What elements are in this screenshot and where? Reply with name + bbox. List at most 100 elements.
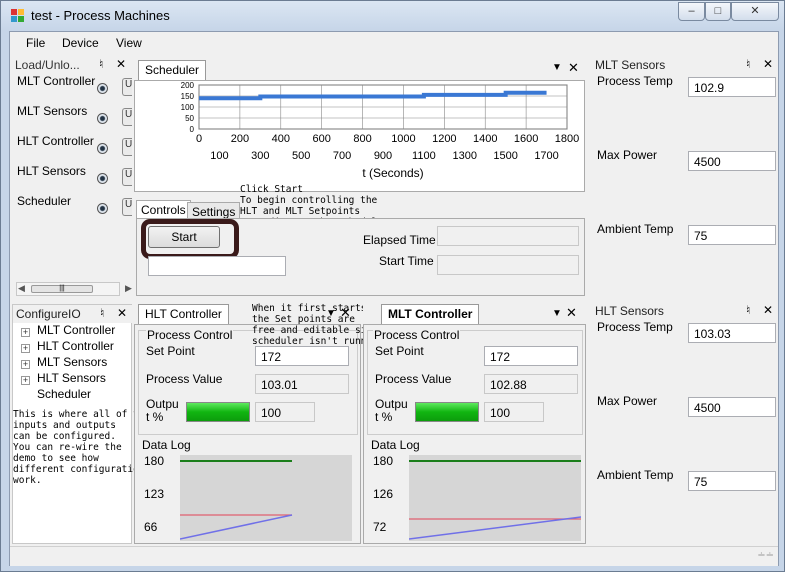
close-icon[interactable]: ✕ <box>566 305 577 321</box>
radio-scheduler[interactable] <box>97 203 108 214</box>
hlt-controller-panel: HLT Controller ▼ ✕ Process Control Set P… <box>134 302 406 544</box>
load-panel-header: Load/Unlo... ♮ ✕ <box>12 56 132 74</box>
radio-mlt-sensors[interactable] <box>97 113 108 124</box>
x-tick-label: 600 <box>312 133 330 145</box>
scroll-right-icon[interactable]: ▶ <box>125 283 132 294</box>
load-button-mlt-controller[interactable]: U <box>122 78 132 96</box>
expand-icon[interactable]: + <box>21 360 30 369</box>
menu-bar: File Device View <box>10 32 778 54</box>
load-panel-caption: Load/Unlo... <box>15 58 80 72</box>
hlt-set-point-input[interactable]: 172 <box>255 346 349 366</box>
close-icon[interactable]: ✕ <box>763 303 773 317</box>
tree-item-hlt-controller[interactable]: HLT Controller <box>37 339 114 353</box>
tab-hlt-controller[interactable]: HLT Controller <box>138 304 229 324</box>
load-button-scheduler[interactable]: U <box>122 198 132 216</box>
mlt-ambient-temp-field[interactable]: 75 <box>688 225 776 245</box>
dropdown-icon[interactable]: ▼ <box>552 62 562 73</box>
x-tick-label: 700 <box>333 150 351 162</box>
x-tick-label: 1000 <box>391 133 415 145</box>
menu-view[interactable]: View <box>116 36 142 50</box>
hlt-data-log-plot <box>179 460 293 540</box>
mlt-sensors-caption: MLT Sensors <box>595 58 666 72</box>
hlt-process-temp-label: Process Temp <box>597 320 673 334</box>
configure-panel: ConfigureIO ♮ ✕ + MLT Controller + HLT C… <box>12 304 150 544</box>
x-tick-label: 1700 <box>534 150 558 162</box>
hlt-process-temp-field[interactable]: 103.03 <box>688 323 776 343</box>
close-icon[interactable]: ✕ <box>568 60 579 76</box>
y-tick-label: 50 <box>185 114 194 123</box>
x-tick-label: 500 <box>292 150 310 162</box>
close-icon[interactable]: ✕ <box>763 57 773 71</box>
close-button[interactable]: ✕ <box>731 2 779 21</box>
x-tick-label: 1500 <box>493 150 517 162</box>
tab-controls[interactable]: Controls <box>136 200 191 218</box>
minimize-button[interactable]: – <box>678 2 705 21</box>
load-button-mlt-sensors[interactable]: U <box>122 108 132 126</box>
scroll-left-icon[interactable]: ◀ <box>18 283 25 294</box>
close-icon[interactable]: ✕ <box>116 57 126 71</box>
hlt-process-value-label: Process Value <box>146 372 223 386</box>
schedule-chart: 0 200 400 600 800 1000 1200 1400 1600 1800100 300 5… <box>181 81 580 180</box>
schedule-chart-area: 0 200 400 600 800 1000 1200 1400 1600 1800 100 300 5… <box>134 80 585 192</box>
pin-icon[interactable]: ♮ <box>99 57 103 71</box>
client-area: File Device View Load/Unlo... ♮ ✕ MLT Co… <box>9 31 779 566</box>
scrollbar-thumb[interactable]: ||| <box>31 285 93 293</box>
y-tick-label: 0 <box>190 125 195 134</box>
resize-grip-icon[interactable]: ∸∸ <box>757 550 774 561</box>
horizontal-scrollbar[interactable]: ◀ ||| ▶ <box>16 282 132 296</box>
y-tick-label: 200 <box>181 81 195 90</box>
expand-icon[interactable]: + <box>21 376 30 385</box>
mlt-process-temp-field[interactable]: 102.9 <box>688 77 776 97</box>
radio-hlt-sensors[interactable] <box>97 173 108 184</box>
load-button-hlt-sensors[interactable]: U <box>122 168 132 186</box>
hlt-ambient-temp-field[interactable]: 75 <box>688 471 776 491</box>
x-tick-label: 400 <box>272 133 290 145</box>
hlt-output-field: 100 <box>255 402 315 422</box>
radio-mlt-controller[interactable] <box>97 83 108 94</box>
hlt-process-value-field: 103.01 <box>255 374 349 394</box>
close-icon[interactable]: ✕ <box>117 306 127 320</box>
expand-icon[interactable]: + <box>21 344 30 353</box>
mlt-data-log-label: Data Log <box>371 438 420 452</box>
x-tick-label: 1200 <box>432 133 456 145</box>
tree-item-hlt-sensors[interactable]: HLT Sensors <box>37 371 106 385</box>
maximize-button[interactable]: □ <box>705 2 731 21</box>
menu-device[interactable]: Device <box>62 36 99 50</box>
mlt-max-power-field[interactable]: 4500 <box>688 151 776 171</box>
dropdown-icon[interactable]: ▼ <box>552 308 562 319</box>
mlt-output-bar-fill <box>416 403 478 421</box>
tree-item-scheduler[interactable]: Scheduler <box>37 387 91 401</box>
menu-file[interactable]: File <box>26 36 45 50</box>
mlt-sensors-panel: MLT Sensors ♮ ✕ Process Temp 102.9 Max P… <box>592 56 778 296</box>
x-tick-label: 1300 <box>453 150 477 162</box>
tab-mlt-controller[interactable]: MLT Controller <box>381 304 480 324</box>
tree-item-mlt-controller[interactable]: MLT Controller <box>37 323 115 337</box>
status-field[interactable] <box>148 256 286 276</box>
tree-item-mlt-sensors[interactable]: MLT Sensors <box>37 355 107 369</box>
start-button[interactable]: Start <box>148 226 220 248</box>
mlt-process-value-field: 102.88 <box>484 374 578 394</box>
mlt-y-tick-mid: 126 <box>373 487 394 501</box>
mlt-set-point-input[interactable]: 172 <box>484 346 578 366</box>
hlt-sensors-header: HLT Sensors ♮ ✕ <box>592 302 778 320</box>
pin-icon[interactable]: ♮ <box>746 57 750 71</box>
status-bar <box>10 546 778 566</box>
pin-icon[interactable]: ♮ <box>746 303 750 317</box>
pin-icon[interactable]: ♮ <box>100 306 104 320</box>
load-button-hlt-controller[interactable]: U <box>122 138 132 156</box>
output-line <box>408 516 582 540</box>
radio-hlt-controller[interactable] <box>97 143 108 154</box>
load-item-hlt-sensors: HLT Sensors <box>17 164 86 178</box>
configure-panel-caption: ConfigureIO <box>16 307 81 321</box>
expand-icon[interactable]: + <box>21 328 30 337</box>
load-item-hlt-controller: HLT Controller <box>17 134 94 148</box>
hlt-output-label: Outpu t % <box>146 397 179 424</box>
x-tick-label: 1600 <box>514 133 538 145</box>
x-tick-label: 800 <box>353 133 371 145</box>
elapsed-time-label: Elapsed Time <box>363 233 436 247</box>
tab-scheduler[interactable]: Scheduler <box>138 60 207 80</box>
hlt-max-power-field[interactable]: 4500 <box>688 397 776 417</box>
elapsed-time-field <box>437 226 579 246</box>
start-time-label: Start Time <box>379 254 434 268</box>
x-tick-label: 1400 <box>473 133 497 145</box>
